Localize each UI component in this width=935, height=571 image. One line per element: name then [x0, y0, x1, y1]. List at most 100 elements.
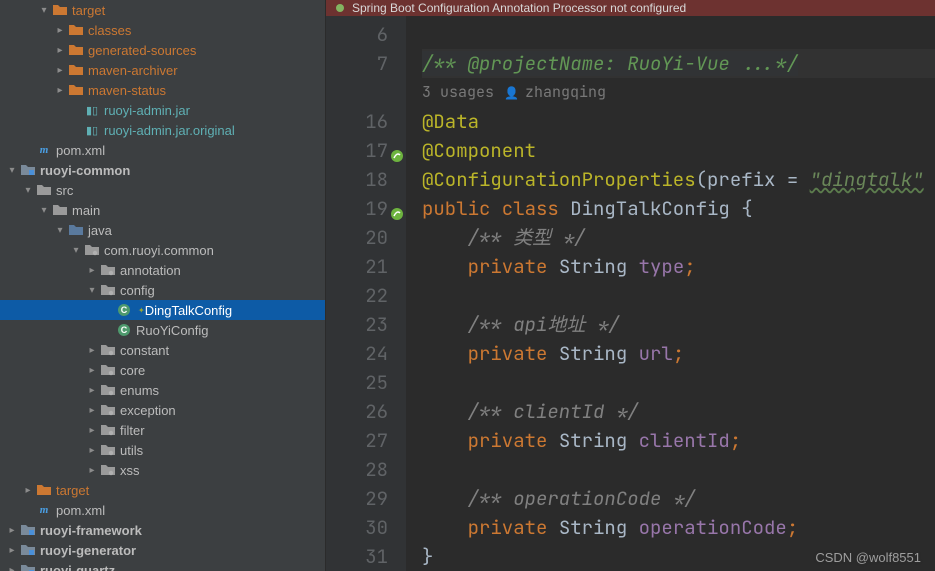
expand-arrow-icon[interactable]: ▸: [84, 365, 100, 376]
expand-arrow-icon[interactable]: ▸: [84, 265, 100, 276]
tree-item[interactable]: ▾src: [0, 180, 325, 200]
inlay-hints[interactable]: 3 usages 👤 zhangqing: [422, 78, 935, 107]
line-number[interactable]: 28: [326, 455, 388, 484]
tree-item[interactable]: ▸ruoyi-framework: [0, 520, 325, 540]
tree-item[interactable]: ▸exception: [0, 400, 325, 420]
line-number[interactable]: 6: [326, 20, 388, 49]
tree-item[interactable]: ▸ annotation: [0, 260, 325, 280]
tree-item[interactable]: ▾main: [0, 200, 325, 220]
expand-arrow-icon[interactable]: ▸: [84, 425, 100, 436]
code-line[interactable]: @Component: [422, 136, 935, 165]
expand-arrow-icon[interactable]: ▾: [20, 185, 36, 196]
folder-icon: [36, 482, 52, 498]
tree-item[interactable]: ▸maven-archiver: [0, 60, 325, 80]
code-line[interactable]: private String type;: [422, 252, 935, 281]
line-number[interactable]: 25: [326, 368, 388, 397]
expand-arrow-icon[interactable]: ▾: [36, 205, 52, 216]
expand-arrow-icon[interactable]: ▸: [4, 565, 20, 571]
expand-arrow-icon[interactable]: ▸: [84, 445, 100, 456]
line-number[interactable]: 24: [326, 339, 388, 368]
code-line[interactable]: private String clientId;: [422, 426, 935, 455]
expand-arrow-icon[interactable]: ▾: [52, 225, 68, 236]
expand-arrow-icon[interactable]: ▸: [84, 465, 100, 476]
tree-item[interactable]: C✦DingTalkConfig: [0, 300, 325, 320]
tree-item[interactable]: ▸maven-status: [0, 80, 325, 100]
tree-item[interactable]: ▾java: [0, 220, 325, 240]
tree-item[interactable]: ▸ core: [0, 360, 325, 380]
code-line[interactable]: /** 类型 */: [422, 223, 935, 252]
code-line[interactable]: @Data: [422, 107, 935, 136]
line-number[interactable]: 23: [326, 310, 388, 339]
line-number[interactable]: 26: [326, 397, 388, 426]
code-line[interactable]: /** clientId */: [422, 397, 935, 426]
tree-item[interactable]: ▸ruoyi-generator: [0, 540, 325, 560]
tree-item-label: annotation: [120, 263, 181, 278]
line-number[interactable]: 20: [326, 223, 388, 252]
tree-item[interactable]: ▾com.ruoyi.common: [0, 240, 325, 260]
tree-item[interactable]: CRuoYiConfig: [0, 320, 325, 340]
tree-item[interactable]: ▮▯ruoyi-admin.jar.original: [0, 120, 325, 140]
line-number[interactable]: 27: [326, 426, 388, 455]
tree-item[interactable]: ▸enums: [0, 380, 325, 400]
line-number[interactable]: 29: [326, 484, 388, 513]
expand-arrow-icon[interactable]: ▸: [52, 65, 68, 76]
expand-arrow-icon[interactable]: ▸: [4, 525, 20, 536]
expand-arrow-icon[interactable]: ▾: [68, 245, 84, 256]
spring-bean-gutter-icon[interactable]: [390, 142, 404, 156]
expand-arrow-icon[interactable]: ▸: [84, 405, 100, 416]
tree-item[interactable]: ▸constant: [0, 340, 325, 360]
config-warning-banner[interactable]: Spring Boot Configuration Annotation Pro…: [326, 0, 935, 16]
expand-arrow-icon[interactable]: ▸: [20, 485, 36, 496]
expand-arrow-icon[interactable]: ▸: [84, 345, 100, 356]
code-line[interactable]: /** @projectName: RuoYi-Vue ...*/: [422, 49, 935, 78]
expand-arrow-icon[interactable]: ▸: [84, 385, 100, 396]
code-line[interactable]: /** api地址 */: [422, 310, 935, 339]
expand-arrow-icon[interactable]: ▸: [52, 25, 68, 36]
author-hint[interactable]: zhangqing: [525, 82, 606, 102]
tree-item-label: pom.xml: [56, 503, 105, 518]
person-icon: 👤: [504, 85, 519, 101]
tree-item[interactable]: ▾ruoyi-common: [0, 160, 325, 180]
tree-item[interactable]: mpom.xml: [0, 500, 325, 520]
tree-item-label: filter: [120, 423, 145, 438]
tree-item[interactable]: ▸xss: [0, 460, 325, 480]
code-area[interactable]: /** @projectName: RuoYi-Vue ...*/ 3 usag…: [406, 16, 935, 571]
code-line[interactable]: /** operationCode */: [422, 484, 935, 513]
expand-arrow-icon[interactable]: ▾: [84, 285, 100, 296]
expand-arrow-icon[interactable]: ▾: [4, 165, 20, 176]
code-line[interactable]: private String url;: [422, 339, 935, 368]
expand-arrow-icon[interactable]: ▸: [4, 545, 20, 556]
project-tree[interactable]: ▾target▸classes▸generated-sources▸maven-…: [0, 0, 326, 571]
code-line[interactable]: public class DingTalkConfig {: [422, 194, 935, 223]
expand-arrow-icon[interactable]: ▸: [52, 85, 68, 96]
line-number[interactable]: [326, 78, 388, 107]
tree-item[interactable]: ▮▯ruoyi-admin.jar: [0, 100, 325, 120]
line-number[interactable]: 17: [326, 136, 388, 165]
tree-item[interactable]: ▸classes: [0, 20, 325, 40]
tree-item[interactable]: ▸ filter: [0, 420, 325, 440]
tree-item[interactable]: ▸generated-sources: [0, 40, 325, 60]
tree-item[interactable]: ▾target: [0, 0, 325, 20]
tree-item-label: ruoyi-quartz: [40, 563, 115, 571]
line-number[interactable]: 22: [326, 281, 388, 310]
gutter[interactable]: 67 16171819202122232425262728293031: [326, 16, 406, 571]
code-line[interactable]: @ConfigurationProperties(prefix = "dingt…: [422, 165, 935, 194]
line-number[interactable]: 30: [326, 513, 388, 542]
code-line[interactable]: private String operationCode;: [422, 513, 935, 542]
expand-arrow-icon[interactable]: ▸: [52, 45, 68, 56]
usages-hint[interactable]: 3 usages: [422, 82, 494, 102]
line-number[interactable]: 19: [326, 194, 388, 223]
line-number[interactable]: 18: [326, 165, 388, 194]
tree-item[interactable]: ▸utils: [0, 440, 325, 460]
line-number[interactable]: 16: [326, 107, 388, 136]
spring-bean-gutter-icon[interactable]: [390, 200, 404, 214]
tree-item[interactable]: ▾config: [0, 280, 325, 300]
line-number[interactable]: 7: [326, 49, 388, 78]
tree-item[interactable]: mpom.xml: [0, 140, 325, 160]
tree-item-label: core: [120, 363, 145, 378]
line-number[interactable]: 21: [326, 252, 388, 281]
tree-item[interactable]: ▸ ruoyi-quartz: [0, 560, 325, 571]
tree-item[interactable]: ▸target: [0, 480, 325, 500]
line-number[interactable]: 31: [326, 542, 388, 571]
expand-arrow-icon[interactable]: ▾: [36, 5, 52, 16]
